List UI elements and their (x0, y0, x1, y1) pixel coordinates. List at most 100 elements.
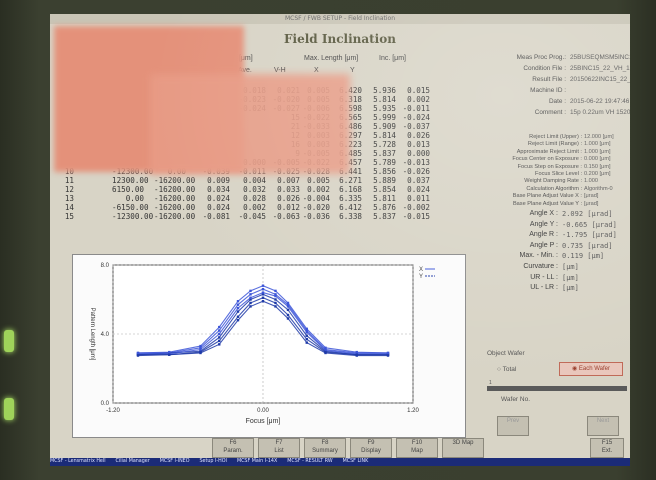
angle-row: UL - LR : [μm] (470, 284, 626, 294)
data-point (274, 294, 277, 298)
function-button-ext-[interactable]: F15 Ext. (590, 438, 624, 458)
function-button-label: Map (411, 448, 423, 454)
angle-row: Angle P : 0.735 [μrad] (470, 242, 626, 252)
angle-value: 0.119 [μm] (562, 252, 605, 261)
angle-label: UR - LL : (530, 273, 558, 281)
chart-svg: 8.0 4.0 0.0-1.20 0.00 1.20 Focus [μm] Patter… (89, 263, 435, 425)
info-label: Comment : (534, 109, 566, 116)
data-point (249, 305, 252, 308)
data-point (386, 351, 390, 355)
data-point (236, 310, 240, 313)
table-cell: 15 (64, 212, 74, 221)
table-cell: 5.856 (373, 167, 396, 176)
data-point (305, 331, 308, 334)
table-cell: -0.015 (402, 212, 430, 221)
param-label: Reject Limit (Upper) : (529, 134, 582, 140)
param-label: Base Plane Adjust Value Y : (512, 200, 582, 207)
param-value: 1.000 [μm] (584, 141, 611, 148)
table-cell: 6.271 (339, 176, 362, 185)
function-button-label: Summary (312, 448, 338, 454)
status-led (4, 398, 14, 420)
table-cell: 5.837 (373, 212, 396, 221)
data-point (386, 354, 390, 357)
each-wafer-radio[interactable]: ◉ Each Wafer (559, 362, 623, 376)
power-led (4, 330, 14, 352)
function-button-label: 3D Map (452, 440, 474, 446)
table-cell: -0.024 (402, 113, 430, 122)
data-point (355, 354, 358, 357)
prev-button[interactable]: Prev (497, 416, 529, 436)
function-button-label: Display (361, 448, 381, 454)
function-key-label: F9 (367, 440, 375, 446)
table-cell: -0.037 (402, 122, 430, 131)
function-button-map[interactable]: F10 Map (396, 438, 438, 458)
function-button-display[interactable]: F9 Display (350, 438, 392, 458)
taskbar-item[interactable]: Setup I-HOI (200, 459, 227, 464)
table-row: 12 6150.00 -16200.00 0.034 0.032 0.033 0.002 6.… (54, 185, 474, 194)
data-point (236, 315, 240, 318)
x-tick-label: 1.20 (407, 408, 419, 414)
data-point (274, 301, 277, 305)
function-button-label: Ext. (601, 448, 613, 454)
table-row: 13 0.00 -16200.00 0.024 0.028 0.026 -0.004 6.33… (54, 194, 474, 203)
angle-label: Max. - Min. : (519, 252, 558, 260)
data-point (274, 289, 277, 293)
wafer-slider[interactable] (487, 386, 627, 391)
table-cell: 0.00 (125, 194, 144, 203)
taskbar-item[interactable]: MCSF Main I-14X (237, 459, 277, 464)
data-point (236, 303, 240, 306)
data-point (199, 348, 202, 351)
table-cell: 11 (64, 176, 74, 185)
table-cell: 0.032 (243, 185, 266, 194)
legend-x: X (419, 267, 423, 273)
param-value: Algorithm-0 (584, 185, 613, 192)
x-axis-label: Focus [μm] (246, 418, 281, 425)
table-cell: -12300.00 (112, 212, 154, 221)
next-button[interactable]: Next (587, 416, 619, 436)
taskbar-item[interactable]: Cilial Manager (116, 459, 150, 464)
table-cell: -0.013 (402, 158, 430, 167)
table-cell: 0.000 (407, 149, 430, 158)
taskbar-item[interactable]: MCSF I-INEO (160, 459, 190, 464)
table-cell: 0.028 (243, 194, 266, 203)
data-point (355, 350, 358, 354)
table-row: 15 -12300.00 -16200.00 -0.081 -0.045 -0.063 -0… (54, 212, 474, 221)
data-point (286, 313, 290, 317)
info-value: 25BUSEQMSM5INC15 (570, 54, 630, 61)
function-key-label: F7 (275, 440, 283, 446)
table-cell: 6.168 (339, 185, 362, 194)
y-tick-label: 8.0 (101, 263, 110, 269)
table-cell: 5.889 (373, 176, 396, 185)
angle-row: UR - LL : [μm] (470, 274, 626, 284)
data-point (218, 332, 221, 336)
info-label: Meas Proc Prog.: (516, 54, 566, 61)
redaction-block (150, 74, 350, 174)
table-cell: 0.013 (407, 140, 430, 149)
table-cell: 0.024 (207, 194, 230, 203)
data-point (218, 343, 221, 346)
taskbar-item[interactable]: MCSF - Lensmatrix Hell (50, 459, 106, 464)
table-cell: -0.081 (202, 212, 230, 221)
header-y: Y (350, 67, 355, 74)
table-cell: 12 (64, 185, 74, 194)
taskbar-item[interactable]: MCSF LINK (343, 459, 369, 464)
taskbar-item[interactable]: MCSF - RESULT RW (287, 459, 332, 464)
angle-value: 0.735 [μrad] (562, 241, 613, 250)
total-radio[interactable]: ○ Total (497, 366, 516, 373)
data-point (136, 354, 140, 357)
table-cell: 5.814 (373, 95, 396, 104)
data-point (136, 351, 140, 355)
data-point (305, 334, 308, 337)
table-cell: 6150.00 (112, 185, 145, 194)
info-row: Comment : 15p 0.22um VH 15200 (470, 109, 630, 118)
data-point (261, 291, 265, 294)
data-point (249, 296, 252, 299)
function-button-list[interactable]: F7 List (258, 438, 300, 458)
function-button-param-[interactable]: F6 Param. (212, 438, 254, 458)
data-point (218, 325, 221, 329)
info-value: 25BINC15_22_VH_15H (570, 65, 630, 72)
function-button-3d-map[interactable]: 3D Map (442, 438, 484, 458)
data-point (218, 329, 221, 332)
function-button-summary[interactable]: F8 Summary (304, 438, 346, 458)
taskbar: MCSF - Lensmatrix Hell Cilial Manager MCSF… (50, 458, 630, 466)
